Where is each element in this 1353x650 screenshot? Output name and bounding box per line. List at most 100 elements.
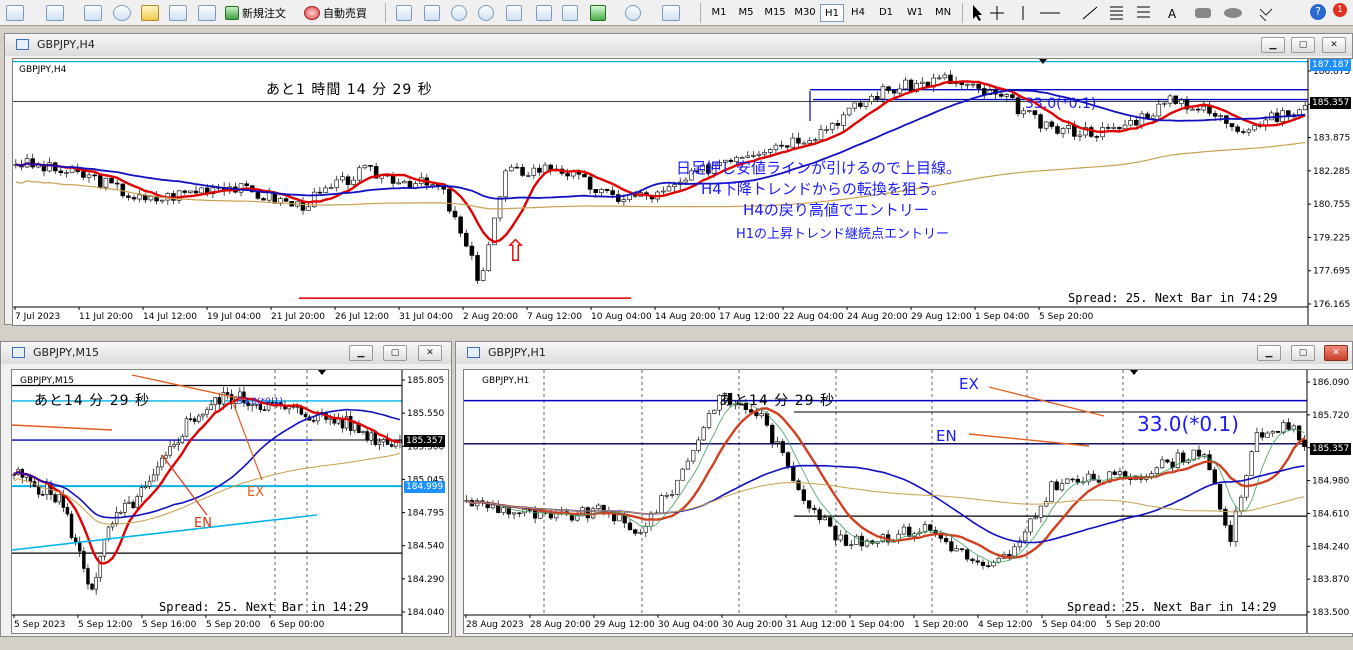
time-tick-label: 5 Sep 04:00: [1042, 620, 1097, 630]
candle-body: [205, 409, 209, 415]
candle-body: [98, 175, 103, 188]
crosshair-tool-icon[interactable]: [990, 6, 1004, 20]
indicators-button[interactable]: [590, 3, 606, 22]
price-tick-label: 182.285: [1313, 167, 1350, 177]
minimize-button[interactable]: ▁: [1261, 37, 1285, 53]
zoom-in-button[interactable]: [451, 3, 467, 22]
candle-body: [323, 187, 328, 193]
window-title: GBPJPY,M15: [33, 346, 100, 359]
auto-scroll-button[interactable]: [536, 3, 552, 22]
candle-body: [822, 517, 828, 521]
close-button[interactable]: ✕: [1322, 37, 1346, 53]
candle-body: [357, 167, 362, 181]
candle-body: [45, 483, 49, 495]
chart-shift-button[interactable]: [562, 3, 578, 22]
bar-countdown: あと1 時間 14 分 29 秒: [266, 82, 433, 98]
periods-button[interactable]: [625, 3, 641, 22]
window-titlebar[interactable]: GBPJPY,H1 ▁ ▢ ✕: [456, 342, 1352, 364]
candle-chart-button[interactable]: [424, 3, 440, 22]
timeframe-m5[interactable]: M5: [733, 4, 759, 22]
text-tool-button[interactable]: A: [1168, 4, 1176, 23]
candle-body: [390, 175, 396, 184]
chart-area-h1[interactable]: 186.090 185.720 185.357 184.980 184.610 184.2…: [463, 369, 1353, 634]
candle-body: [1167, 95, 1173, 104]
candle-body: [976, 83, 981, 89]
data-window-button[interactable]: [113, 3, 131, 22]
navigator-button[interactable]: [141, 3, 159, 22]
price-tick-label: 184.040: [407, 608, 444, 618]
tile-windows-button[interactable]: [506, 3, 522, 22]
candle-body: [182, 190, 187, 193]
candle-body: [244, 183, 249, 186]
candle-body: [520, 167, 525, 176]
candle-body: [1122, 124, 1128, 130]
time-tick-label: 1 Sep 04:00: [850, 620, 905, 630]
candle-body: [897, 88, 903, 94]
new-order-button[interactable]: 新規注文: [225, 3, 286, 22]
notification-badge-icon[interactable]: 1: [1333, 3, 1347, 17]
timeframe-m30[interactable]: M30: [790, 4, 820, 22]
blue-moving-average: [466, 464, 1305, 544]
candle-body: [1179, 99, 1184, 104]
templates-button[interactable]: [662, 3, 680, 22]
trendline-icon[interactable]: [1082, 6, 1098, 20]
auto-trade-button[interactable]: 自動売買: [304, 3, 367, 22]
window-titlebar[interactable]: GBPJPY,M15 ▁ ▢ ✕: [1, 342, 451, 364]
window-titlebar[interactable]: GBPJPY,H4 ▁ ▢ ✕: [5, 34, 1352, 56]
candle-body: [903, 79, 908, 90]
candle-body: [361, 431, 365, 433]
timeframe-m1[interactable]: M1: [706, 4, 732, 22]
minimize-button[interactable]: ▁: [349, 345, 373, 361]
price-chart-h4[interactable]: 186.875185.357183.875182.285180.755179.2…: [13, 59, 1353, 326]
terminal-button[interactable]: [169, 3, 187, 22]
candle-body: [875, 95, 880, 100]
price-tick-label: 184.610: [1312, 509, 1349, 519]
cursor-icon[interactable]: [973, 5, 982, 21]
arrows-tool-icon[interactable]: [1259, 8, 1273, 21]
bar-chart-button[interactable]: [396, 3, 412, 22]
candle-body: [106, 526, 111, 540]
timeframe-h4[interactable]: H4: [845, 4, 871, 22]
new-chart-button[interactable]: [6, 3, 24, 22]
candle-body: [362, 164, 368, 169]
zoom-out-button[interactable]: [478, 3, 494, 22]
maximize-button[interactable]: ▢: [1291, 345, 1315, 361]
drawing-tools: [973, 5, 1150, 21]
ellipse-tool-icon[interactable]: [1224, 8, 1242, 18]
timeframe-mn[interactable]: MN: [930, 4, 956, 22]
timeframe-h1[interactable]: H1: [820, 4, 844, 22]
timeframe-w1[interactable]: W1: [901, 4, 929, 22]
bar-chart-icon: [396, 4, 412, 21]
channel-icon[interactable]: [1110, 6, 1123, 20]
candle-body: [801, 142, 807, 145]
terminal-icon: [169, 4, 187, 21]
candle-body: [1139, 113, 1145, 126]
time-tick-label: 6 Sep 00:00: [270, 620, 325, 630]
profiles-button[interactable]: [46, 3, 64, 22]
new-order-label: 新規注文: [242, 6, 286, 20]
candle-body: [82, 550, 86, 569]
candle-body: [328, 187, 334, 189]
help-icon[interactable]: ?: [1310, 4, 1326, 20]
chart-area-m15[interactable]: 185.805185.550185.300185.045184.795184.5…: [11, 369, 449, 634]
chart-area-h4[interactable]: 186.875185.357183.875182.285180.755179.2…: [12, 58, 1353, 326]
fibonacci-icon[interactable]: [1137, 6, 1150, 18]
tester-button[interactable]: [198, 3, 216, 22]
price-tick-label: 185.805: [407, 376, 444, 386]
candle-body: [790, 137, 796, 148]
market-watch-button[interactable]: [84, 3, 102, 22]
candle-body: [86, 568, 90, 585]
candle-body: [306, 206, 311, 211]
close-button[interactable]: ✕: [418, 345, 442, 361]
maximize-button[interactable]: ▢: [383, 345, 407, 361]
price-chart-h1[interactable]: 186.090 185.720 185.357 184.980 184.610 184.2…: [464, 370, 1353, 634]
timeframe-d1[interactable]: D1: [873, 4, 899, 22]
timeframe-m15[interactable]: M15: [760, 4, 790, 22]
maximize-button[interactable]: ▢: [1291, 37, 1315, 53]
candle-body: [503, 170, 508, 198]
close-button[interactable]: ✕: [1324, 345, 1348, 361]
rectangle-tool-icon[interactable]: [1195, 8, 1211, 18]
shift-marker: [318, 370, 326, 375]
candle-body: [73, 537, 78, 542]
minimize-button[interactable]: ▁: [1257, 345, 1281, 361]
